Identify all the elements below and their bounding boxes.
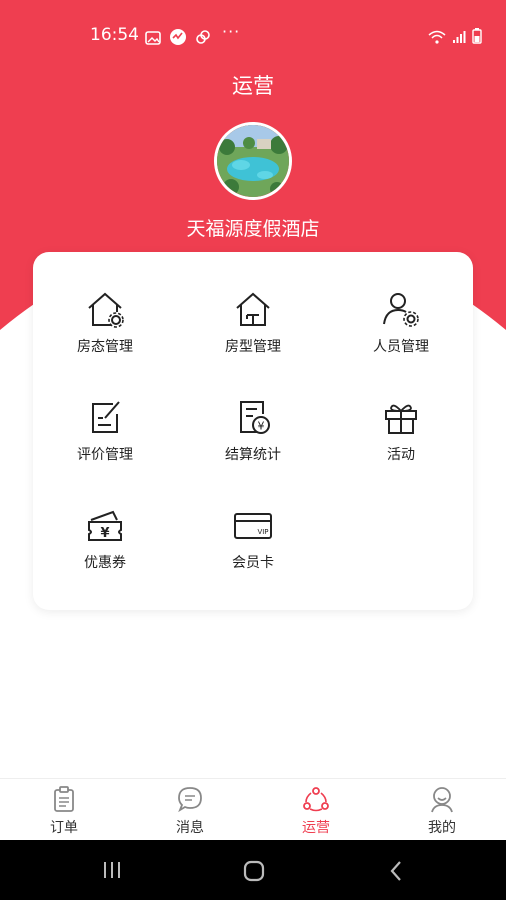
back-icon[interactable] (388, 860, 404, 886)
svg-text:¥: ¥ (258, 420, 265, 433)
recent-apps-icon[interactable] (102, 860, 122, 884)
nav-label: 消息 (176, 820, 204, 836)
menu-membership-card[interactable]: VIP 会员卡 (183, 506, 323, 586)
person-gear-icon (381, 290, 421, 330)
more-dots-icon: ··· (222, 22, 241, 41)
gift-icon (381, 398, 421, 438)
nav-orders[interactable]: 订单 (24, 785, 104, 837)
menu-label: 房态管理 (77, 339, 133, 355)
menu-room-type[interactable]: 房型管理 (183, 290, 323, 370)
house-layout-icon (233, 290, 273, 330)
menu-settlement[interactable]: ¥ 结算统计 (183, 398, 323, 478)
menu-label: 人员管理 (373, 339, 429, 355)
gallery-icon (145, 30, 161, 49)
battery-icon (472, 28, 482, 48)
menu-label: 房型管理 (225, 339, 281, 355)
menu-room-status[interactable]: 房态管理 (35, 290, 175, 370)
clipboard-icon (50, 785, 78, 813)
menu-label: 活动 (387, 447, 415, 463)
chat-bubble-icon (176, 785, 204, 813)
status-time: 16:54 (90, 25, 139, 45)
menu-staff[interactable]: 人员管理 (331, 290, 471, 370)
app-notification-icon (169, 28, 187, 50)
operations-menu-card: 房态管理 房型管理 人员管理 评价管理 ¥ 结算统计 活动 ¥ 优惠券 VIP … (33, 252, 473, 610)
bottom-navigation: 订单 消息 运营 我的 (0, 778, 506, 840)
yuan-document-icon: ¥ (233, 398, 273, 438)
status-bar: 16:54 ··· (0, 22, 506, 52)
svg-text:VIP: VIP (257, 528, 268, 536)
menu-label: 结算统计 (225, 447, 281, 463)
wifi-icon (428, 29, 446, 48)
edit-note-icon (85, 398, 125, 438)
coupon-wallet-icon: ¥ (85, 506, 125, 546)
home-icon[interactable] (243, 860, 265, 886)
svg-text:¥: ¥ (100, 526, 109, 541)
nav-messages[interactable]: 消息 (150, 785, 230, 837)
hotel-name: 天福源度假酒店 (186, 218, 320, 240)
house-gear-icon (85, 290, 125, 330)
nav-label: 运营 (302, 820, 330, 836)
signal-icon (452, 29, 466, 48)
nav-label: 我的 (428, 820, 456, 836)
share-nodes-icon (302, 785, 330, 813)
menu-label: 评价管理 (77, 447, 133, 463)
page-title: 运营 (232, 74, 274, 98)
vip-card-icon: VIP (233, 506, 273, 546)
nav-label: 订单 (50, 820, 78, 836)
nav-operations[interactable]: 运营 (276, 785, 356, 837)
nav-profile[interactable]: 我的 (402, 785, 482, 837)
menu-activities[interactable]: 活动 (331, 398, 471, 478)
menu-label: 优惠券 (84, 555, 126, 571)
hotel-avatar[interactable] (214, 122, 292, 200)
menu-coupons[interactable]: ¥ 优惠券 (35, 506, 175, 586)
menu-reviews[interactable]: 评价管理 (35, 398, 175, 478)
menu-label: 会员卡 (232, 555, 274, 571)
link-icon (195, 29, 211, 49)
user-icon (428, 785, 456, 813)
system-navigation-bar (0, 840, 506, 900)
